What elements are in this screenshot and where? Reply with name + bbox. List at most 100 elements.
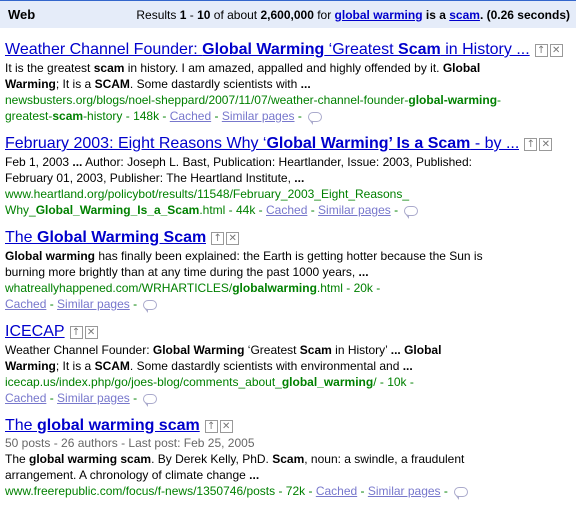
url-segment: www.freerepublic.com/focus/f-news/135074…	[5, 484, 316, 498]
range-end: 10	[197, 7, 211, 22]
snippet-segment: Global Warming	[152, 343, 245, 357]
query-link-scam[interactable]: scam	[449, 8, 480, 22]
separator: -	[357, 484, 368, 498]
separator: -	[307, 203, 319, 217]
similar-pages-link[interactable]: Similar pages	[57, 391, 130, 405]
title-segment: February 2003: Eight Reasons Why ‘	[5, 135, 267, 152]
results-stats: Results 1 - 10 of about 2,600,000 for gl…	[136, 8, 570, 22]
snippet-segment: It is the greatest	[5, 61, 94, 75]
result-snippet-line: It is the greatest scam in history. I am…	[5, 60, 571, 76]
snippet-segment: ...	[402, 359, 413, 373]
title-segment: The	[5, 229, 38, 246]
separator: -	[211, 109, 222, 123]
url-segment: -history - 148k -	[83, 109, 170, 123]
separator: -	[129, 297, 141, 311]
url-segment: icecap.us/index.php/go/joes-blog/comment…	[5, 375, 282, 389]
note-bubble-icon[interactable]	[454, 486, 469, 500]
result-url-line: www.freerepublic.com/focus/f-news/135074…	[5, 483, 571, 500]
result-title-row: ICECAP ↑ ✕	[5, 322, 571, 342]
snippet-segment: ; It is a	[55, 77, 95, 91]
cached-link[interactable]: Cached	[5, 297, 46, 311]
title-segment: The	[5, 417, 38, 434]
cached-link[interactable]: Cached	[170, 109, 211, 123]
result-title-link[interactable]: ICECAP	[5, 322, 65, 342]
snippet-segment: ‘Greatest	[244, 343, 300, 357]
snippet-segment: . Some dastardly scientists with environ…	[129, 359, 403, 373]
result-actions: ↑ ✕	[69, 325, 98, 339]
note-bubble-icon[interactable]	[143, 299, 158, 313]
note-bubble-icon[interactable]	[308, 111, 323, 125]
snippet-segment: ...	[300, 77, 311, 91]
similar-pages-link[interactable]: Similar pages	[318, 203, 391, 217]
snippet-segment: ...	[294, 171, 305, 185]
note-bubble-icon[interactable]	[143, 393, 158, 407]
separator: -	[294, 109, 306, 123]
similar-pages-link[interactable]: Similar pages	[368, 484, 441, 498]
result-snippet-line: February 01, 2003, Publisher: The Heartl…	[5, 170, 571, 186]
result-title-link[interactable]: February 2003: Eight Reasons Why ‘Global…	[5, 134, 519, 154]
result-snippet-line: Global warming has finally been explaine…	[5, 248, 571, 264]
result-url-line: whatreallyhappened.com/WRHARTICLES/globa…	[5, 280, 571, 296]
promote-icon[interactable]: ↑	[524, 137, 538, 151]
snippet-segment: ...	[358, 265, 369, 279]
url-segment: global-warming	[408, 93, 498, 107]
title-segment: in History ...	[440, 41, 530, 58]
title-segment: Global Warming’ Is a Scam	[266, 135, 471, 152]
cached-link[interactable]: Cached	[316, 484, 357, 498]
snippet-segment: Feb 1, 2003	[5, 155, 73, 169]
total-results: 2,600,000	[260, 7, 314, 22]
result-title-link[interactable]: The Global Warming Scam	[5, 228, 206, 248]
snippet-segment: Warming	[5, 77, 56, 91]
promote-icon[interactable]: ↑	[204, 419, 218, 433]
url-segment: .html - 20k -	[316, 281, 381, 295]
result-actions: ↑ ✕	[211, 231, 240, 245]
similar-pages-link[interactable]: Similar pages	[57, 297, 130, 311]
snippet-segment: Scam	[299, 343, 332, 357]
result-snippet-line: burning more brightly than at any time d…	[5, 264, 571, 280]
url-segment: scam	[52, 109, 84, 123]
result-snippet-line: arrangement. A chronology of climate cha…	[5, 467, 571, 483]
separator: -	[129, 391, 141, 405]
separator: -	[440, 484, 452, 498]
promote-icon[interactable]: ↑	[534, 43, 548, 57]
search-time: . (0.26 seconds)	[479, 7, 570, 22]
remove-icon[interactable]: ✕	[226, 231, 240, 245]
result-url-line: icecap.us/index.php/go/joes-blog/comment…	[5, 374, 571, 390]
url-segment: www.heartland.org/policybot/results/1154…	[5, 187, 410, 201]
remove-icon[interactable]: ✕	[549, 43, 563, 57]
promote-icon[interactable]: ↑	[69, 325, 83, 339]
separator: -	[46, 391, 58, 405]
result-url-line: www.heartland.org/policybot/results/1154…	[5, 186, 571, 202]
result-snippet-line: The global warming scam. By Derek Kelly,…	[5, 451, 571, 467]
separator: -	[46, 297, 58, 311]
snippet-segment: , noun: a swindle, a fraudulent	[304, 452, 465, 466]
remove-icon[interactable]: ✕	[219, 419, 233, 433]
search-result: February 2003: Eight Reasons Why ‘Global…	[5, 134, 571, 219]
snippet-segment: ...	[72, 155, 83, 169]
title-segment: global warming scam	[37, 417, 200, 434]
snippet-segment: arrangement. A chronology of climate cha…	[5, 468, 250, 482]
result-title-link[interactable]: The global warming scam	[5, 416, 200, 436]
snippet-segment: in history. I am amazed, appalled and hi…	[124, 61, 443, 75]
snippet-segment: ; It is a	[55, 359, 95, 373]
cached-link[interactable]: Cached	[5, 391, 46, 405]
result-title-row: The global warming scam ↑ ✕	[5, 416, 571, 436]
snippet-segment: February 01, 2003, Publisher: The Heartl…	[5, 171, 295, 185]
for-text: for	[313, 7, 335, 22]
remove-icon[interactable]: ✕	[84, 325, 98, 339]
snippet-segment: ...	[249, 468, 260, 482]
snippet-segment: Scam	[272, 452, 305, 466]
snippet-segment: Global	[400, 343, 442, 357]
result-title-link[interactable]: Weather Channel Founder: Global Warming …	[5, 40, 530, 60]
promote-icon[interactable]: ↑	[211, 231, 225, 245]
url-segment: Why_	[5, 203, 36, 217]
cached-link[interactable]: Cached	[266, 203, 307, 217]
remove-icon[interactable]: ✕	[539, 137, 553, 151]
snippet-segment: ...	[390, 343, 401, 357]
similar-pages-link[interactable]: Similar pages	[222, 109, 295, 123]
result-actions: ↑ ✕	[204, 419, 233, 433]
note-bubble-icon[interactable]	[404, 205, 419, 219]
title-segment: - by ...	[470, 135, 520, 152]
query-link-global-warming[interactable]: global warming	[335, 8, 423, 22]
snippet-segment: scam	[93, 61, 125, 75]
